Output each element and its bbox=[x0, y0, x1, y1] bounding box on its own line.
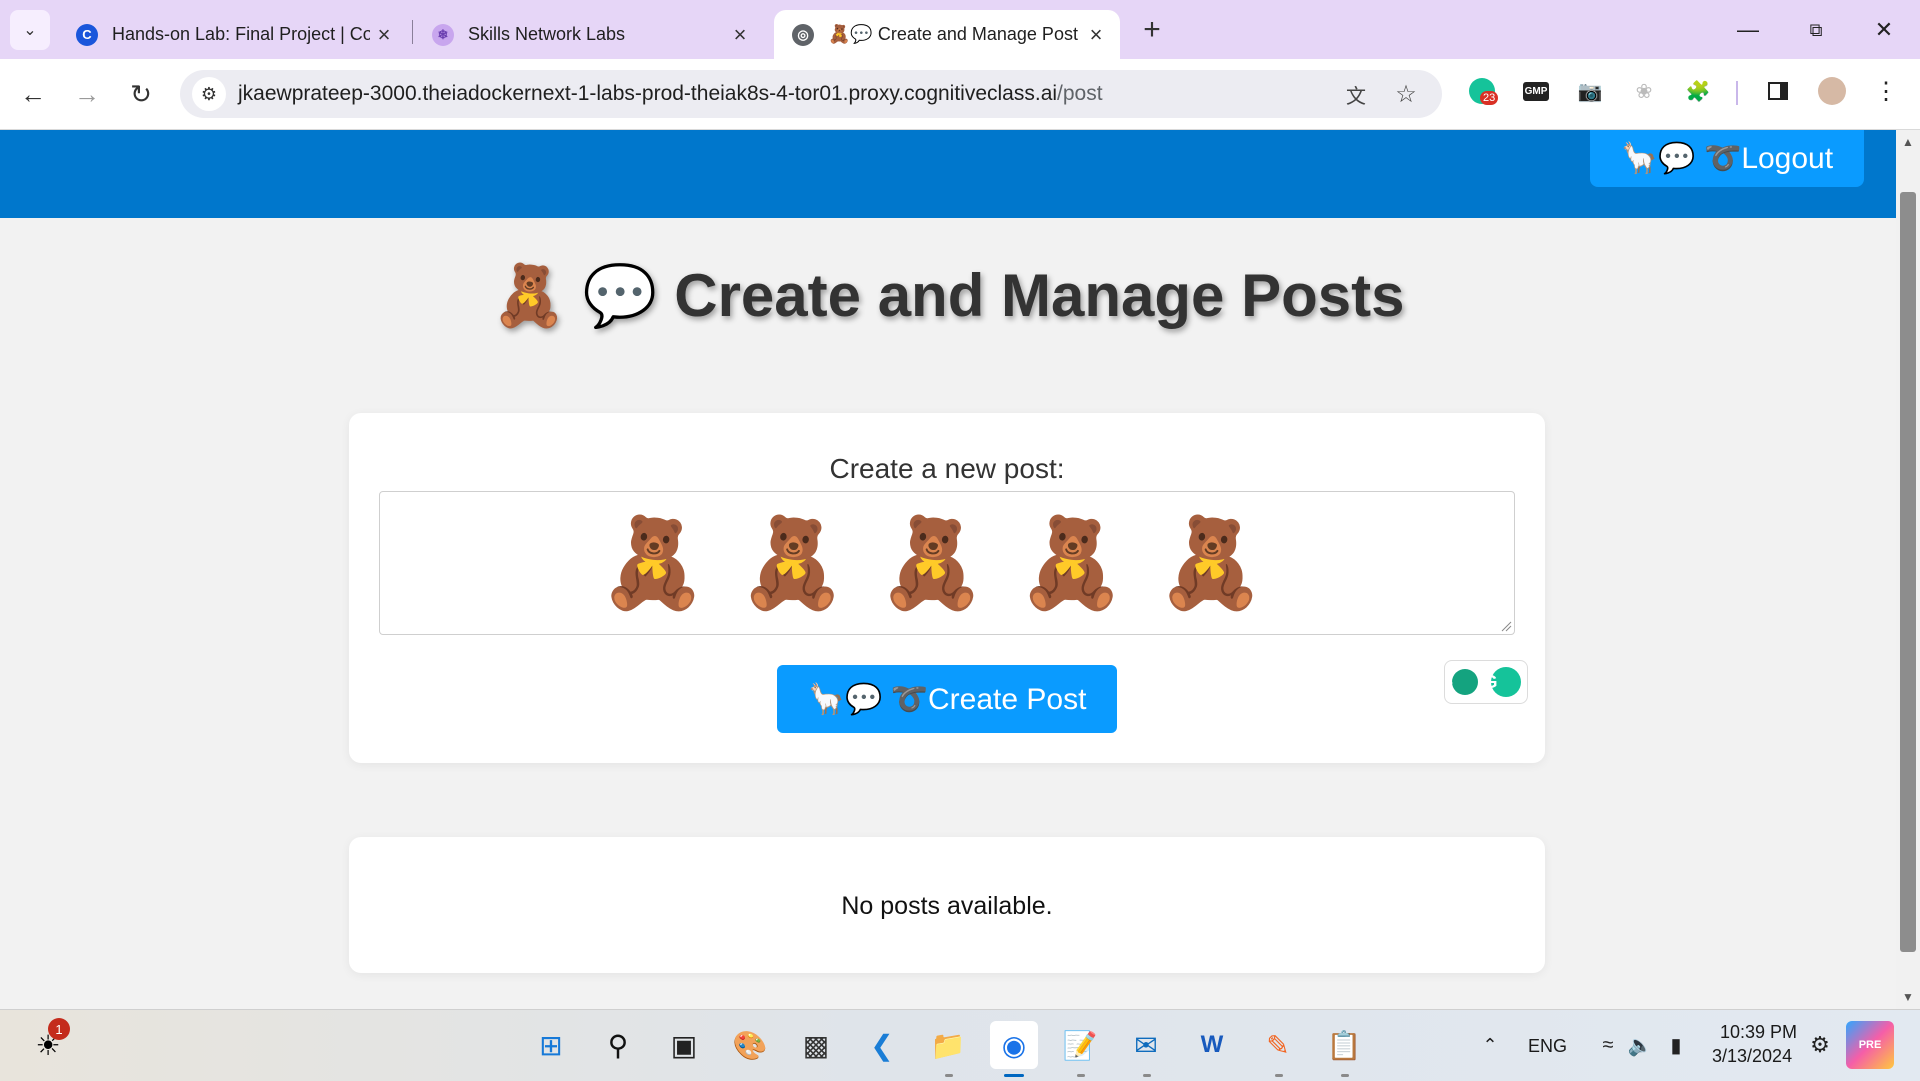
notepad-plus-icon[interactable]: 📝 bbox=[1056, 1021, 1104, 1069]
create-post-card: Create a new post: 🧸🧸🧸🧸🧸 ● G 🦙💬 ➰Create … bbox=[349, 413, 1545, 763]
restore-button[interactable]: ⧉ bbox=[1794, 12, 1838, 48]
lightbulb-icon[interactable]: ● bbox=[1445, 669, 1478, 695]
app-header: 🦙💬 ➰Logout bbox=[0, 130, 1896, 218]
file-explorer-icon[interactable]: 📁 bbox=[924, 1021, 972, 1069]
tab-title: Hands-on Lab: Final Project | Co bbox=[112, 24, 370, 44]
chevron-up-icon[interactable]: ⌃ bbox=[1466, 1021, 1514, 1069]
battery-icon[interactable]: ▮ bbox=[1652, 1021, 1700, 1069]
reload-button[interactable]: ↻ bbox=[122, 75, 160, 113]
resize-handle-icon[interactable] bbox=[1500, 620, 1512, 632]
gmp-extension-icon[interactable]: GMP bbox=[1520, 75, 1552, 107]
tab-skills-network[interactable]: ❄ Skills Network Labs × bbox=[414, 10, 764, 59]
close-window-button[interactable]: ✕ bbox=[1862, 12, 1906, 48]
site-settings-icon[interactable]: ⚙ bbox=[192, 77, 226, 111]
copilot-badge: PRE bbox=[1858, 1039, 1882, 1051]
chrome-icon[interactable]: ◉ bbox=[990, 1021, 1038, 1069]
post-content-textarea[interactable]: 🧸🧸🧸🧸🧸 ● G bbox=[379, 491, 1528, 704]
word-icon[interactable]: W bbox=[1188, 1021, 1236, 1069]
camera-extension-icon[interactable]: 📷 bbox=[1574, 75, 1606, 107]
page-scrollbar[interactable]: ▲ ▼ bbox=[1896, 130, 1920, 1009]
url-path: /post bbox=[1057, 82, 1103, 105]
empty-posts-message: No posts available. bbox=[841, 892, 1053, 920]
tab-separator bbox=[412, 20, 413, 44]
terminal-icon[interactable]: ▩ bbox=[792, 1021, 840, 1069]
close-icon[interactable]: × bbox=[370, 21, 398, 49]
notification-bell-icon[interactable]: ⚙ bbox=[1796, 1021, 1844, 1069]
address-bar[interactable]: ⚙ jkaewprateep-3000.theiadockernext-1-la… bbox=[180, 70, 1442, 118]
new-tab-button[interactable]: + bbox=[1136, 13, 1168, 46]
close-icon[interactable]: × bbox=[1082, 21, 1110, 49]
extension-badge: 23 bbox=[1480, 91, 1499, 105]
clock-time[interactable]: 10:39 PM bbox=[1720, 1022, 1797, 1043]
language-indicator[interactable]: ENG bbox=[1528, 1036, 1567, 1057]
grammarly-extension-icon[interactable]: 23 bbox=[1466, 75, 1499, 107]
logout-button[interactable]: 🦙💬 ➰Logout bbox=[1590, 130, 1864, 187]
tab-hands-on-lab[interactable]: C Hands-on Lab: Final Project | Co × bbox=[58, 10, 408, 59]
pen-app-icon[interactable]: ✎ bbox=[1254, 1021, 1302, 1069]
paint-icon[interactable]: 🎨 bbox=[726, 1021, 774, 1069]
outlook-icon[interactable]: ✉ bbox=[1122, 1021, 1170, 1069]
windows-start-icon[interactable]: ⊞ bbox=[527, 1021, 575, 1069]
forward-button[interactable]: → bbox=[68, 75, 106, 113]
gmp-label: GMP bbox=[1522, 81, 1550, 101]
tab-create-manage-posts[interactable]: ◎ 🧸💬 Create and Manage Post × bbox=[774, 10, 1120, 59]
page-title: 🧸 💬 Create and Manage Posts bbox=[491, 262, 1405, 329]
textarea-value: 🧸🧸🧸🧸🧸 bbox=[598, 513, 1296, 612]
minimize-button[interactable]: — bbox=[1726, 12, 1770, 48]
clock-date[interactable]: 3/13/2024 bbox=[1712, 1046, 1792, 1067]
browser-tab-strip: ⌄ C Hands-on Lab: Final Project | Co × ❄… bbox=[0, 0, 1920, 59]
tab-search-button[interactable]: ⌄ bbox=[10, 10, 50, 50]
scroll-down-arrow-icon[interactable]: ▼ bbox=[1896, 987, 1920, 1007]
posts-list-card: No posts available. bbox=[349, 837, 1545, 973]
taskbar-indicator bbox=[945, 1074, 953, 1077]
taskbar-indicator bbox=[1004, 1074, 1024, 1077]
chevron-down-icon: ⌄ bbox=[23, 22, 37, 39]
page-viewport: 🦙💬 ➰Logout 🧸 💬 Create and Manage Posts C… bbox=[0, 130, 1896, 1009]
browser-toolbar: ← → ↻ ⚙ jkaewprateep-3000.theiadockernex… bbox=[0, 59, 1920, 130]
coursera-icon: C bbox=[76, 23, 98, 46]
notepad-icon[interactable]: 📋 bbox=[1320, 1021, 1368, 1069]
create-post-button[interactable]: 🦙💬 ➰Create Post bbox=[777, 665, 1117, 733]
tab-title: Skills Network Labs bbox=[468, 24, 626, 44]
scroll-thumb[interactable] bbox=[1900, 192, 1916, 952]
url-text: jkaewprateep-3000.theiadockernext-1-labs… bbox=[238, 82, 1103, 106]
side-panel-icon[interactable] bbox=[1762, 75, 1794, 107]
scroll-up-arrow-icon[interactable]: ▲ bbox=[1896, 132, 1920, 152]
globe-icon: ◎ bbox=[792, 23, 814, 46]
skills-network-icon: ❄ bbox=[432, 23, 454, 46]
taskbar-indicator bbox=[1143, 1074, 1151, 1077]
close-icon[interactable]: × bbox=[726, 21, 754, 49]
translate-icon[interactable]: 文 bbox=[1340, 78, 1372, 110]
search-icon[interactable]: ⚲ bbox=[594, 1021, 642, 1069]
grammarly-icon[interactable]: G bbox=[1484, 667, 1521, 697]
more-menu-icon[interactable]: ⋮ bbox=[1870, 75, 1902, 107]
create-post-label: Create a new post: bbox=[829, 453, 1065, 484]
profile-avatar[interactable] bbox=[1816, 75, 1848, 107]
vscode-icon[interactable]: ❮ bbox=[858, 1021, 906, 1069]
notification-badge: 1 bbox=[48, 1018, 70, 1040]
extensions-puzzle-icon[interactable]: 🧩 bbox=[1682, 75, 1714, 107]
chatgpt-extension-icon[interactable]: ❀ bbox=[1628, 75, 1660, 107]
taskbar-indicator bbox=[1341, 1074, 1349, 1077]
task-view-icon[interactable]: ▣ bbox=[660, 1021, 708, 1069]
url-host: jkaewprateep-3000.theiadockernext-1-labs… bbox=[238, 82, 1058, 105]
tab-title: 🧸💬 Create and Manage Post bbox=[828, 24, 1078, 44]
back-button[interactable]: ← bbox=[14, 75, 52, 113]
bookmark-star-icon[interactable]: ☆ bbox=[1390, 78, 1422, 110]
taskbar-indicator bbox=[1275, 1074, 1283, 1077]
grammarly-widget[interactable]: ● G bbox=[1444, 660, 1528, 704]
windows-taskbar: ☀ 1 ⊞ ⚲ ▣ 🎨 ▩ ❮ 📁 ◉ 📝 ✉ W ✎ 📋 ⌃ ENG ≈ 🔈 … bbox=[0, 1009, 1920, 1081]
taskbar-indicator bbox=[1077, 1074, 1085, 1077]
toolbar-divider bbox=[1736, 81, 1738, 105]
copilot-icon[interactable]: PRE bbox=[1846, 1021, 1894, 1069]
